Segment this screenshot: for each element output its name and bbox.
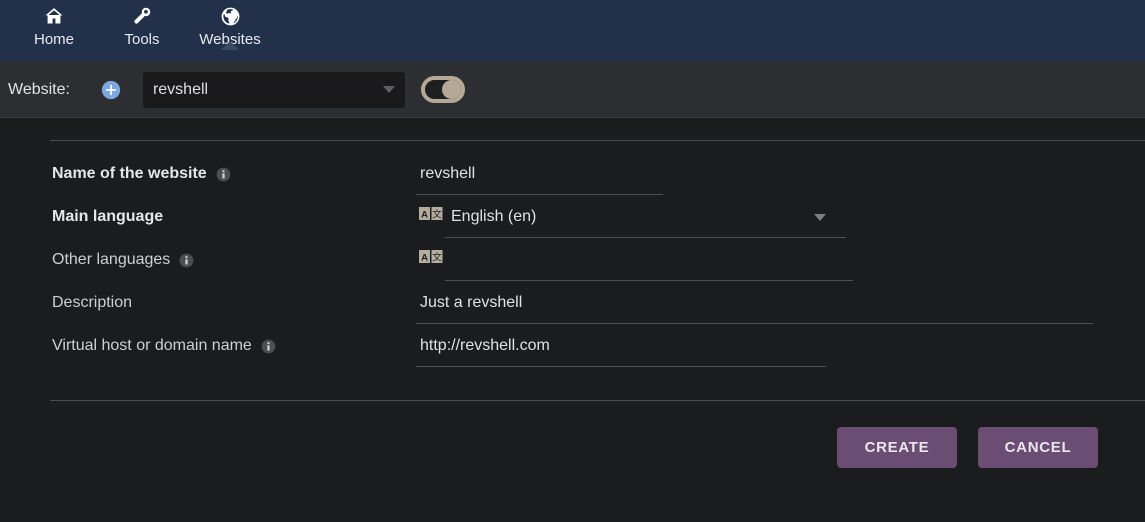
field-value-description: Just a revshell	[420, 294, 523, 311]
field-label-other-languages: Other languages	[0, 247, 416, 273]
plus-circle-icon[interactable]	[100, 79, 122, 101]
top-navigation-bar: Home Tools Websites	[0, 0, 1145, 62]
wrench-icon	[132, 4, 152, 28]
website-select-value: revshell	[152, 80, 209, 98]
svg-text:A: A	[421, 209, 428, 220]
nav-item-tools-label: Tools	[124, 31, 160, 48]
field-value-virtual-host: http://revshell.com	[420, 337, 550, 354]
field-row-other-languages: Other languages A 文	[0, 247, 1145, 290]
nav-item-websites[interactable]: Websites	[186, 0, 274, 50]
field-value-name-of-the-website: revshell	[420, 165, 476, 182]
field-input-name-of-the-website[interactable]: revshell	[416, 161, 663, 195]
svg-text:文: 文	[432, 208, 442, 220]
svg-text:文: 文	[432, 251, 442, 263]
field-label-virtual-host: Virtual host or domain name	[0, 333, 416, 359]
form-bottom-divider	[50, 400, 1145, 401]
toggle-knob	[441, 80, 461, 99]
field-label-name-of-the-website: Name of the website	[0, 161, 416, 187]
website-selector-label: Website:	[8, 80, 70, 98]
field-underline	[416, 366, 826, 367]
website-enabled-toggle[interactable]	[420, 76, 465, 103]
field-select-main-language[interactable]: A 文 English (en)	[416, 204, 846, 238]
field-input-description[interactable]: Just a revshell	[416, 290, 1093, 324]
chevron-down-icon	[382, 86, 395, 93]
form-action-buttons: CREATE CANCEL	[837, 427, 1098, 468]
translate-icon: A 文	[419, 207, 443, 225]
chevron-down-icon	[814, 214, 826, 221]
nav-item-tools[interactable]: Tools	[98, 0, 186, 49]
field-row-name-of-the-website: Name of the website revshell	[0, 161, 1145, 204]
field-input-other-languages[interactable]: A 文	[416, 247, 853, 281]
field-underline	[445, 237, 846, 238]
nav-active-indicator	[221, 41, 239, 50]
field-label-main-language: Main language	[0, 204, 416, 230]
field-input-virtual-host[interactable]: http://revshell.com	[416, 333, 826, 367]
field-label-text: Name of the website	[52, 165, 207, 182]
globe-icon	[220, 4, 241, 28]
translate-icon: A 文	[419, 250, 443, 268]
website-form: Name of the website revshell Main langua…	[0, 118, 1145, 522]
nav-item-home[interactable]: Home	[10, 0, 98, 49]
info-icon[interactable]	[261, 339, 276, 354]
svg-text:A: A	[421, 252, 428, 263]
field-row-description: Description Just a revshell	[0, 290, 1145, 333]
field-row-virtual-host: Virtual host or domain name http://revsh…	[0, 333, 1145, 376]
field-label-text: Description	[52, 294, 133, 311]
field-label-text: Virtual host or domain name	[52, 337, 252, 354]
field-label-description: Description	[0, 290, 416, 316]
field-value-main-language: English (en)	[451, 208, 537, 225]
form-field-list: Name of the website revshell Main langua…	[0, 161, 1145, 376]
form-top-divider	[50, 140, 1145, 141]
field-underline	[445, 280, 853, 281]
field-underline	[416, 323, 1093, 324]
cancel-button[interactable]: CANCEL	[978, 427, 1098, 468]
field-label-text: Other languages	[52, 251, 171, 268]
info-icon[interactable]	[179, 253, 194, 268]
field-underline	[416, 194, 663, 195]
nav-item-home-label: Home	[33, 31, 74, 48]
website-select-dropdown[interactable]: revshell	[142, 71, 405, 108]
field-row-main-language: Main language A 文 English (en)	[0, 204, 1145, 247]
create-button[interactable]: CREATE	[837, 427, 957, 468]
home-icon	[43, 4, 65, 28]
website-selector-bar: Website: revshell	[0, 62, 1145, 118]
field-label-text: Main language	[52, 208, 164, 225]
info-icon[interactable]	[216, 167, 231, 182]
